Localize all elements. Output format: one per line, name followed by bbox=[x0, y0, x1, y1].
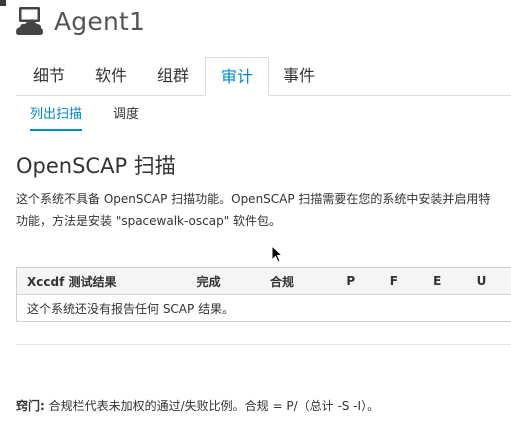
tab-software[interactable]: 软件 bbox=[94, 57, 128, 95]
column-header-compliance[interactable]: 合规 bbox=[260, 267, 337, 295]
page-title: OpenSCAP 扫描 bbox=[16, 154, 176, 178]
empty-results-message: 这个系统还没有报告任何 SCAP 结果。 bbox=[16, 294, 511, 322]
table-header-row: Xccdf 测试结果 完成 合规 P F E U bbox=[15, 267, 511, 295]
system-tabs: 细节 软件 组群 审计 事件 bbox=[16, 57, 511, 96]
column-header-completed[interactable]: 完成 bbox=[186, 267, 261, 295]
system-header: Agent1 bbox=[16, 6, 145, 36]
window-corner bbox=[0, 0, 6, 6]
column-header-xccdf[interactable]: Xccdf 测试结果 bbox=[15, 267, 187, 295]
subtab-schedule[interactable]: 调度 bbox=[113, 100, 139, 130]
mouse-cursor-icon bbox=[271, 245, 283, 263]
tip-label: 窍门: bbox=[16, 399, 45, 413]
section-divider bbox=[16, 344, 511, 345]
tab-groups[interactable]: 组群 bbox=[156, 57, 190, 95]
server-icon bbox=[16, 7, 43, 35]
tab-details[interactable]: 细节 bbox=[32, 57, 66, 95]
table-row: 这个系统还没有报告任何 SCAP 结果。 bbox=[16, 294, 511, 322]
description-line-2: 功能，方法是安装 "spacewalk-oscap" 软件包。 bbox=[16, 214, 282, 228]
tip: 窍门: 合规栏代表未加权的通过/失败比例。合规 = P/（总计 -S -I）。 bbox=[16, 397, 379, 414]
subtab-list-scans[interactable]: 列出扫描 bbox=[30, 100, 83, 131]
column-header-p[interactable]: P bbox=[336, 267, 380, 295]
column-header-u[interactable]: U bbox=[466, 267, 511, 295]
tip-text: 合规栏代表未加权的通过/失败比例。合规 = P/（总计 -S -I）。 bbox=[44, 399, 380, 413]
tab-audit[interactable]: 审计 bbox=[205, 57, 269, 96]
description-line-1: 这个系统不具备 OpenSCAP 扫描功能。OpenSCAP 扫描需要在您的系统… bbox=[16, 192, 491, 206]
tab-events[interactable]: 事件 bbox=[282, 57, 316, 95]
page-description: 这个系统不具备 OpenSCAP 扫描功能。OpenSCAP 扫描需要在您的系统… bbox=[16, 188, 511, 232]
column-header-f[interactable]: F bbox=[379, 267, 424, 295]
scan-results-table: Xccdf 测试结果 完成 合规 P F E U 这个系统还没有报告任何 SCA… bbox=[15, 267, 511, 322]
audit-subtabs: 列出扫描 调度 bbox=[16, 100, 511, 131]
system-name: Agent1 bbox=[54, 6, 146, 36]
column-header-e[interactable]: E bbox=[423, 267, 467, 295]
